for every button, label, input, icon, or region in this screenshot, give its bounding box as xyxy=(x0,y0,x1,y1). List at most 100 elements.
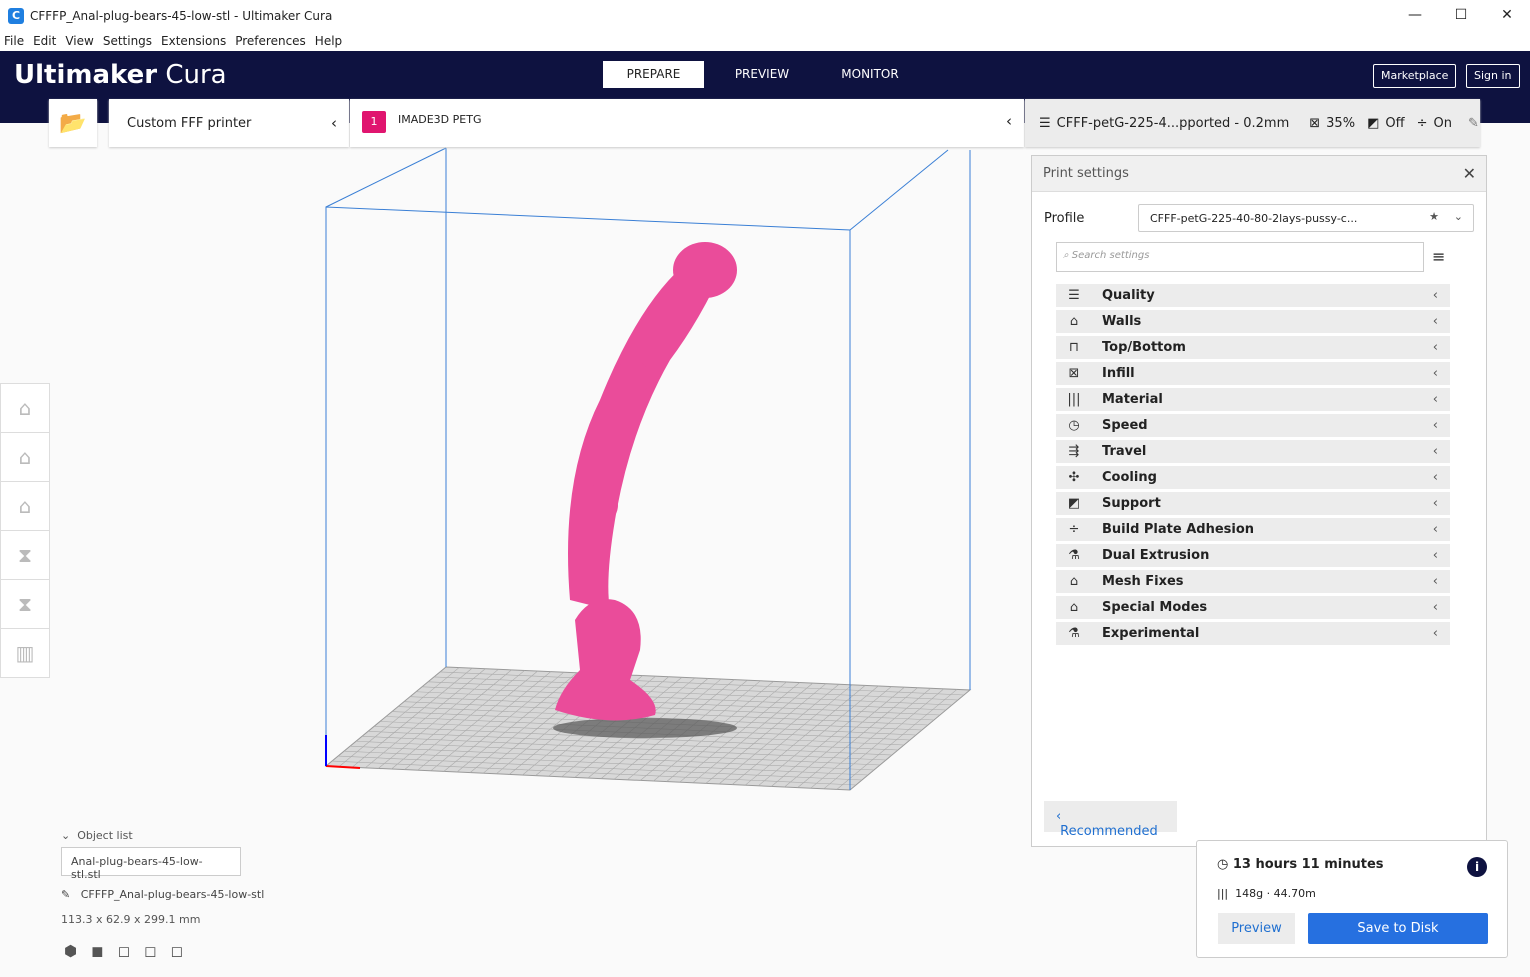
category-label: Dual Extrusion xyxy=(1102,548,1210,563)
menu-bar: File Edit View Settings Extensions Prefe… xyxy=(0,31,1530,51)
tab-monitor[interactable]: MONITOR xyxy=(816,61,924,88)
close-window-button[interactable]: ✕ xyxy=(1484,0,1530,31)
setting-category-top-bottom[interactable]: ⊓ Top/Bottom ‹ xyxy=(1056,336,1450,359)
rotate-tool-icon[interactable]: ⌂ xyxy=(1,482,49,531)
object-name[interactable]: ✎ CFFFP_Anal-plug-bears-45-low-stl xyxy=(61,888,264,901)
mirror-tool-icon[interactable]: ⧗ xyxy=(1,531,49,580)
object-list-item[interactable]: Anal-plug-bears-45-low-stl.stl xyxy=(61,847,241,881)
material-usage-text: 148g · 44.70m xyxy=(1235,887,1316,900)
search-settings-input[interactable]: ⌕ Search settings xyxy=(1056,242,1424,272)
category-label: Material xyxy=(1102,392,1163,407)
category-label: Cooling xyxy=(1102,470,1157,485)
chevron-left-icon: ‹ xyxy=(1432,574,1438,589)
category-icon: ✣ xyxy=(1068,470,1080,485)
chevron-down-icon: ⌄ xyxy=(1453,210,1463,223)
tab-preview[interactable]: PREVIEW xyxy=(708,61,816,88)
category-icon: ☰ xyxy=(1068,288,1080,303)
extruder-badge: 1 xyxy=(362,111,386,133)
menu-view[interactable]: View xyxy=(65,34,93,48)
minimize-button[interactable]: — xyxy=(1392,0,1438,31)
category-label: Speed xyxy=(1102,418,1148,433)
setting-category-build-plate-adhesion[interactable]: ÷ Build Plate Adhesion ‹ xyxy=(1056,518,1450,541)
category-icon: ⇶ xyxy=(1068,444,1080,459)
material-name: IMADE3D PETG xyxy=(398,113,482,126)
chevron-left-icon: ‹ xyxy=(1432,340,1438,355)
view-left-icon[interactable]: ◻ xyxy=(144,942,156,960)
pencil-icon: ✎ xyxy=(1467,115,1479,131)
scale-tool-icon[interactable]: ⌂ xyxy=(1,433,49,482)
marketplace-button[interactable]: Marketplace xyxy=(1373,64,1457,88)
material-selector[interactable]: 1 IMADE3D PETG ‹ xyxy=(350,99,1024,147)
chevron-left-icon: ‹ xyxy=(1432,418,1438,433)
category-icon: ÷ xyxy=(1068,522,1080,537)
setting-category-infill[interactable]: ⊠ Infill ‹ xyxy=(1056,362,1450,385)
view-right-icon[interactable]: ◻ xyxy=(170,942,182,960)
setting-category-cooling[interactable]: ✣ Cooling ‹ xyxy=(1056,466,1450,489)
profile-dropdown[interactable]: CFFF-petG-225-40-80-2lays-pussy-c... ★ ⌄ xyxy=(1138,204,1474,232)
print-job-panel: ◷ 13 hours 11 minutes i ||| 148g · 44.70… xyxy=(1196,840,1508,958)
menu-extensions[interactable]: Extensions xyxy=(161,34,226,48)
setting-category-special-modes[interactable]: ⌂ Special Modes ‹ xyxy=(1056,596,1450,619)
menu-preferences[interactable]: Preferences xyxy=(235,34,306,48)
sign-in-button[interactable]: Sign in xyxy=(1466,64,1520,88)
setting-category-dual-extrusion[interactable]: ⚗ Dual Extrusion ‹ xyxy=(1056,544,1450,567)
window-title: CFFFP_Anal-plug-bears-45-low-stl - Ultim… xyxy=(30,8,333,23)
setting-category-walls[interactable]: ⌂ Walls ‹ xyxy=(1056,310,1450,333)
tab-prepare[interactable]: PREPARE xyxy=(603,61,704,88)
settings-menu-icon[interactable]: ≡ xyxy=(1432,247,1445,266)
setting-category-quality[interactable]: ☰ Quality ‹ xyxy=(1056,284,1450,307)
view-top-icon[interactable]: ◻ xyxy=(118,942,130,960)
print-settings-panel: Print settings ✕ Profile CFFF-petG-225-4… xyxy=(1031,155,1487,847)
chevron-left-icon: ‹ xyxy=(1432,366,1438,381)
setting-category-support[interactable]: ◩ Support ‹ xyxy=(1056,492,1450,515)
preview-button[interactable]: Preview xyxy=(1218,913,1295,944)
category-icon: ||| xyxy=(1067,392,1081,407)
menu-file[interactable]: File xyxy=(4,34,24,48)
info-icon[interactable]: i xyxy=(1467,857,1487,877)
chevron-left-icon: ‹ xyxy=(1432,548,1438,563)
pencil-icon: ✎ xyxy=(61,888,71,901)
menu-edit[interactable]: Edit xyxy=(33,34,56,48)
adhesion-icon: ÷ xyxy=(1416,115,1428,131)
3d-model xyxy=(555,242,737,721)
setting-category-material[interactable]: ||| Material ‹ xyxy=(1056,388,1450,411)
star-icon[interactable]: ★ xyxy=(1429,210,1439,223)
chevron-left-icon: ‹ xyxy=(1432,392,1438,407)
printer-selector[interactable]: Custom FFF printer ‹ xyxy=(109,99,349,147)
open-file-button[interactable]: 📂 xyxy=(49,99,97,147)
brand-logo: Ultimaker Cura xyxy=(14,60,227,90)
setting-category-travel[interactable]: ⇶ Travel ‹ xyxy=(1056,440,1450,463)
category-label: Travel xyxy=(1102,444,1147,459)
chevron-left-icon: ‹ xyxy=(1432,626,1438,641)
close-icon[interactable]: ✕ xyxy=(1463,164,1476,183)
view-front-icon[interactable]: ◼ xyxy=(91,942,103,960)
print-settings-summary[interactable]: ☰ CFFF-petG-225-4...pported - 0.2mm ⊠ 35… xyxy=(1025,99,1480,147)
support-value: Off xyxy=(1385,115,1405,131)
category-icon: ⚗ xyxy=(1068,548,1080,563)
setting-category-mesh-fixes[interactable]: ⌂ Mesh Fixes ‹ xyxy=(1056,570,1450,593)
category-label: Quality xyxy=(1102,288,1155,303)
support-blocker-icon[interactable]: ▥ xyxy=(1,629,49,678)
save-to-disk-button[interactable]: Save to Disk xyxy=(1308,913,1488,944)
category-icon: ⚗ xyxy=(1068,626,1080,641)
menu-help[interactable]: Help xyxy=(315,34,342,48)
folder-open-icon: 📂 xyxy=(59,110,87,136)
view-3d-icon[interactable]: ⬢ xyxy=(64,942,77,960)
filament-icon: ||| xyxy=(1217,887,1229,900)
setting-category-experimental[interactable]: ⚗ Experimental ‹ xyxy=(1056,622,1450,645)
chevron-down-icon: ⌄ xyxy=(61,829,71,842)
support-icon: ◩ xyxy=(1367,115,1380,131)
maximize-button[interactable]: ☐ xyxy=(1438,0,1484,31)
recommended-label: Recommended xyxy=(1060,824,1158,839)
menu-settings[interactable]: Settings xyxy=(103,34,152,48)
recommended-button[interactable]: ‹ Recommended xyxy=(1044,801,1177,839)
move-tool-icon[interactable]: ⌂ xyxy=(1,384,49,433)
category-label: Special Modes xyxy=(1102,600,1208,615)
object-list-toggle[interactable]: ⌄ Object list xyxy=(61,829,133,842)
object-dimensions: 113.3 x 62.9 x 299.1 mm xyxy=(61,913,201,926)
category-label: Support xyxy=(1102,496,1161,511)
adhesion-value: On xyxy=(1433,115,1452,131)
per-model-settings-icon[interactable]: ⧗ xyxy=(1,580,49,629)
chevron-left-icon: ‹ xyxy=(1432,470,1438,485)
setting-category-speed[interactable]: ◷ Speed ‹ xyxy=(1056,414,1450,437)
